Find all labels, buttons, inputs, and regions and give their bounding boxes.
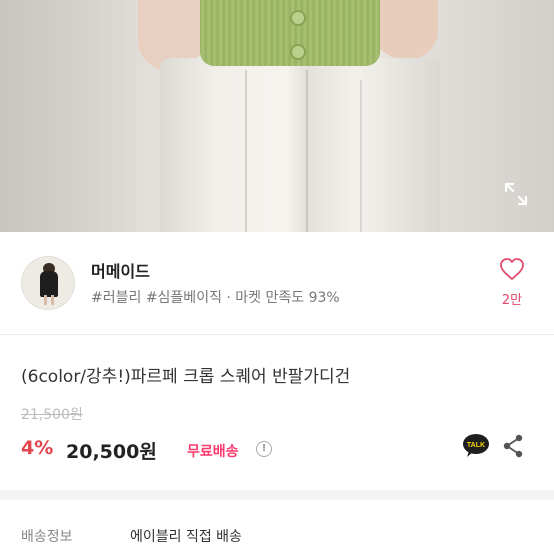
expand-icon[interactable] [503, 181, 529, 207]
seller-tags: #러블리 #심플베이직 · 마켓 만족도 93% [91, 290, 340, 306]
kakaotalk-icon[interactable]: TALK [462, 433, 490, 459]
product-title: (6color/강추!)파르페 크롭 스퀘어 반팔가디건 [21, 367, 351, 387]
sale-price: 20,500원 [66, 441, 157, 463]
shipping-label: 배송정보 [21, 529, 73, 545]
seller-row[interactable]: 머메이드 #러블리 #심플베이직 · 마켓 만족도 93% 2만 [0, 232, 554, 334]
image-cardigan [200, 0, 380, 66]
talk-label: TALK [467, 442, 485, 449]
image-cardigan-button [290, 44, 306, 60]
original-price: 21,500원 [21, 407, 83, 423]
seller-name[interactable]: 머메이드 [91, 258, 150, 282]
image-pants [160, 58, 440, 232]
shipping-value: 에이블리 직접 배송 [130, 529, 242, 545]
image-wall-shadow [0, 0, 150, 232]
info-icon[interactable]: ! [256, 441, 272, 457]
avatar-figure-legs [44, 295, 54, 305]
image-cardigan-button [290, 10, 306, 26]
image-pleat [360, 80, 362, 232]
section-divider [0, 334, 554, 335]
avatar-figure-dress [40, 271, 58, 297]
discount-rate: 4% [21, 437, 54, 459]
product-image[interactable] [0, 0, 554, 232]
share-icon[interactable] [502, 434, 524, 458]
heart-outline-icon[interactable] [499, 257, 525, 281]
seller-avatar[interactable] [21, 256, 75, 310]
free-shipping-badge: 무료배송 [187, 444, 239, 460]
image-pleat [245, 70, 247, 232]
section-band [0, 490, 554, 500]
image-pleat [306, 70, 308, 232]
like-count: 2만 [501, 293, 523, 308]
